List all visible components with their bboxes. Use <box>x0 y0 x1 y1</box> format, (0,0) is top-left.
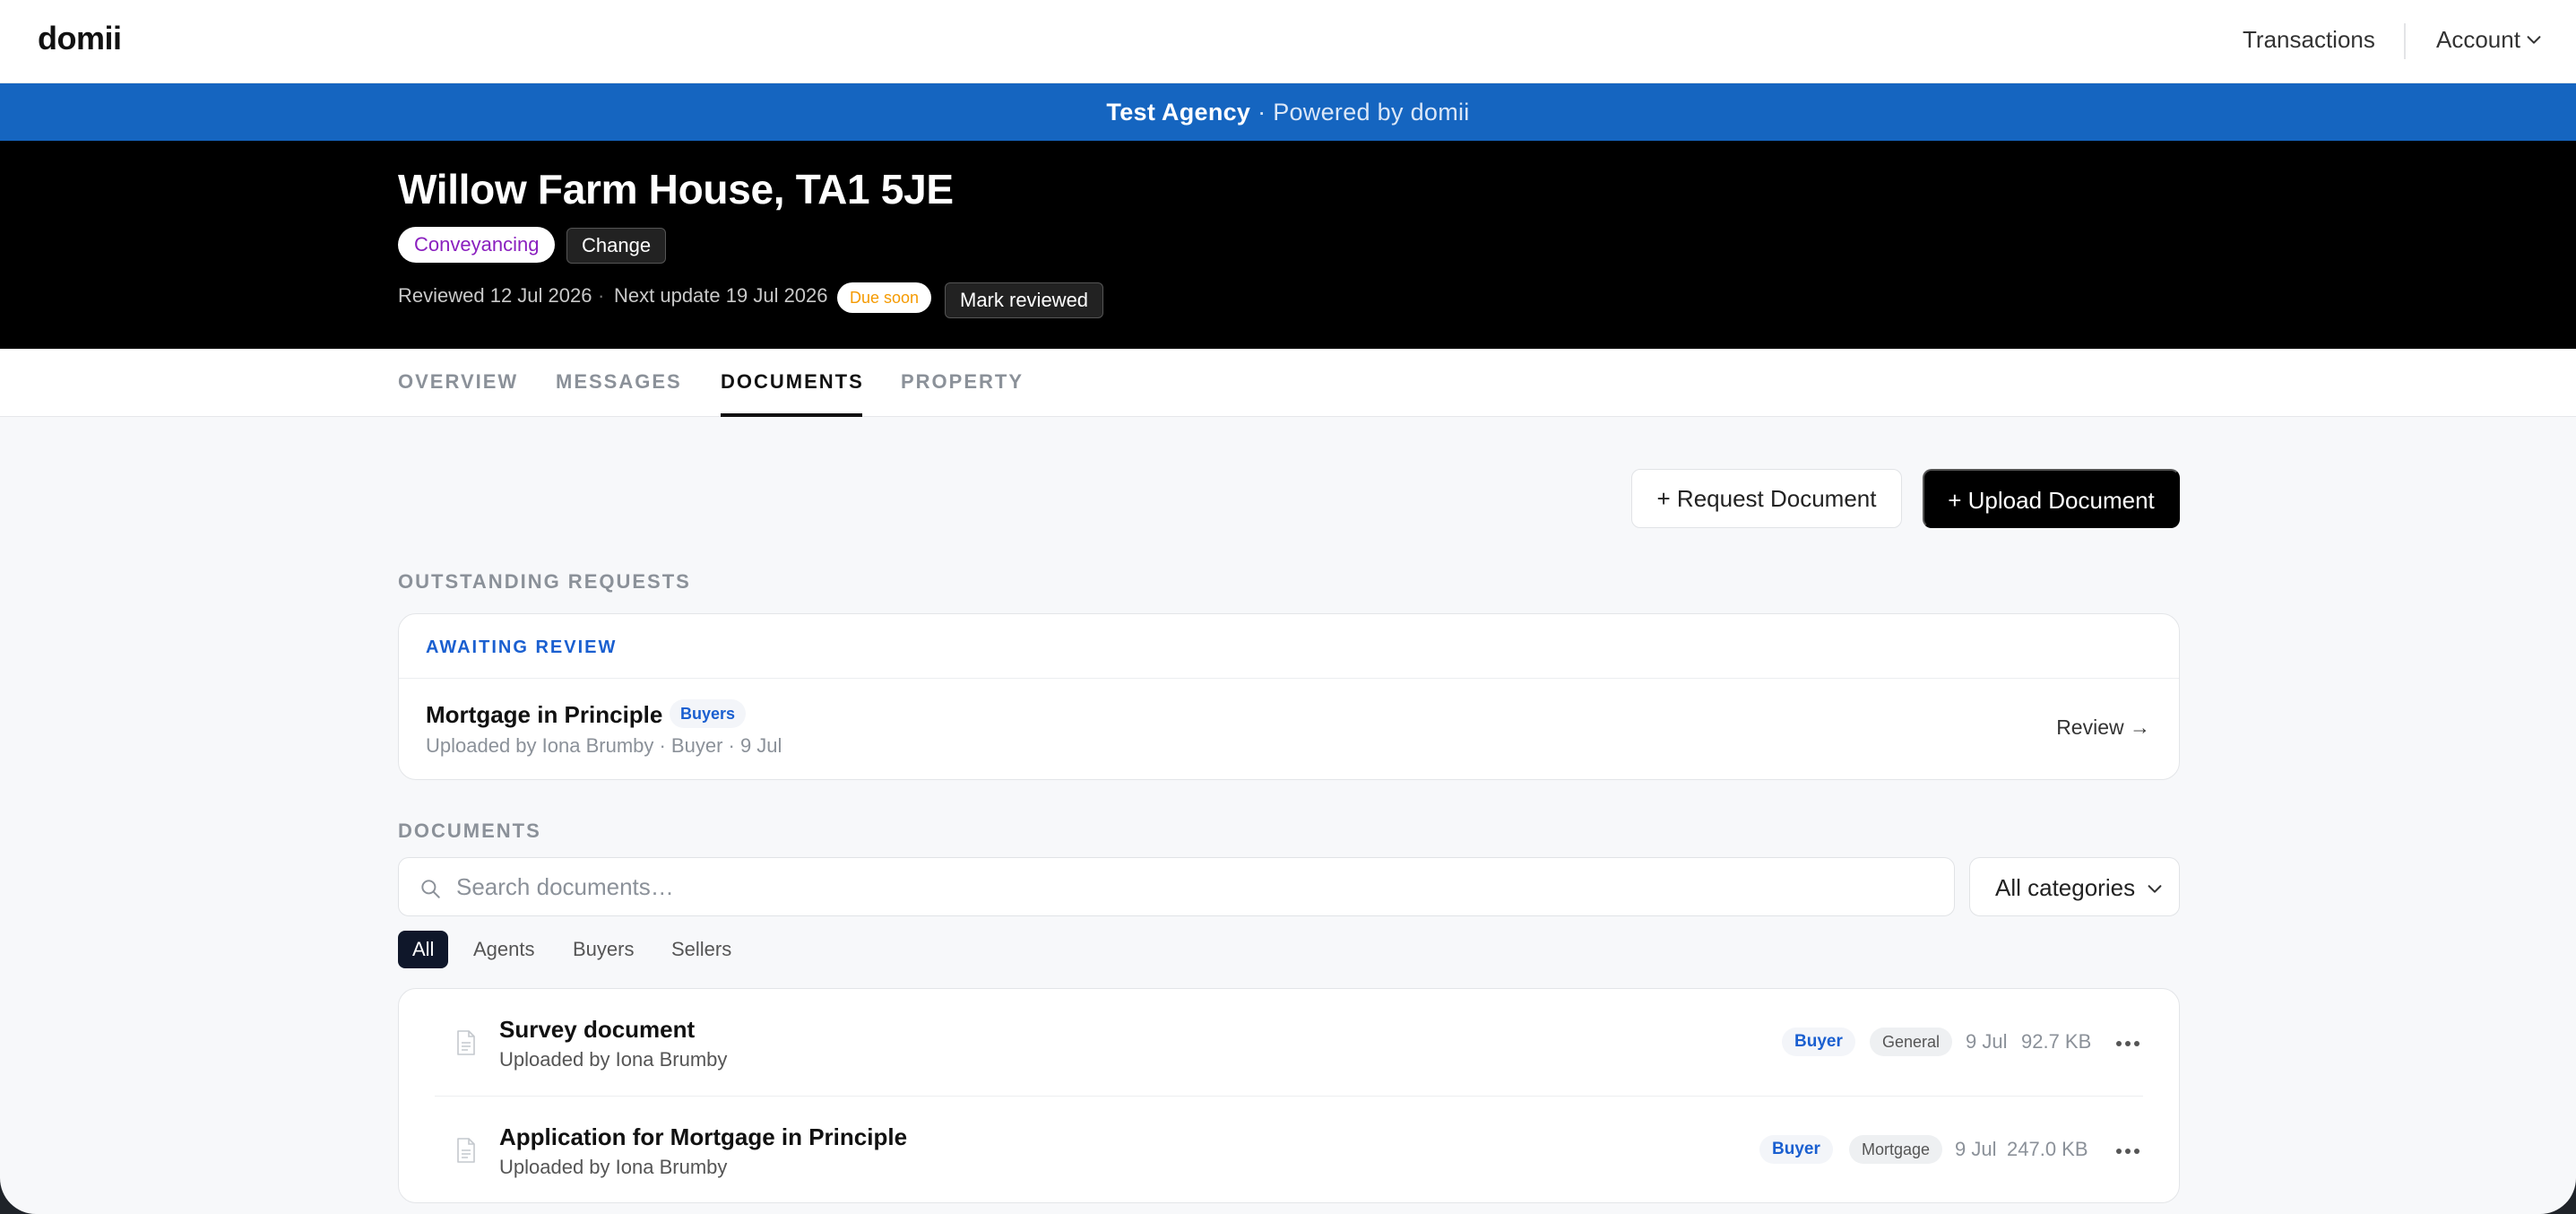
tab-property[interactable]: PROPERTY <box>901 370 1024 394</box>
list-item[interactable]: Survey document Uploaded by Iona Brumby … <box>399 989 2179 1097</box>
meta-separator: · <box>598 284 605 307</box>
document-icon <box>457 1030 475 1055</box>
nav-divider <box>2404 23 2406 59</box>
documents-list: Survey document Uploaded by Iona Brumby … <box>398 988 2180 1203</box>
active-tab-indicator <box>721 413 862 417</box>
request-document-button[interactable]: + Request Document <box>1631 469 1902 528</box>
filter-agents[interactable]: Agents <box>473 931 535 968</box>
category-tag: Mortgage <box>1849 1135 1943 1164</box>
agency-name: Test Agency <box>1106 99 1251 126</box>
mark-reviewed-button[interactable]: Mark reviewed <box>945 282 1104 318</box>
property-hero: Willow Farm House, TA1 5JE Conveyancing … <box>0 141 2576 349</box>
list-item[interactable]: Application for Mortgage in Principle Up… <box>399 1097 2179 1204</box>
tab-documents[interactable]: DOCUMENTS <box>721 370 864 394</box>
nav-transactions-link[interactable]: Transactions <box>2243 26 2375 54</box>
section-tabs: OVERVIEW MESSAGES DOCUMENTS PROPERTY <box>0 349 2576 417</box>
upload-document-button[interactable]: + Upload Document <box>1923 469 2180 528</box>
document-icon <box>457 1138 475 1163</box>
outstanding-requests-heading: OUTSTANDING REQUESTS <box>398 570 691 593</box>
category-tag: General <box>1870 1028 1953 1056</box>
party-tag: Buyer <box>1759 1135 1833 1164</box>
chevron-down-icon[interactable] <box>2524 30 2544 49</box>
next-update-date: Next update 19 Jul 2026 <box>614 284 828 307</box>
request-meta: Uploaded by Iona Brumby · Buyer · 9 Jul <box>426 734 782 757</box>
document-uploader: Uploaded by Iona Brumby <box>499 1048 728 1071</box>
service-badge: Conveyancing <box>398 227 556 263</box>
search-icon <box>421 880 440 898</box>
document-uploader: Uploaded by Iona Brumby <box>499 1156 728 1178</box>
category-select[interactable]: All categories <box>1969 857 2180 916</box>
more-horizontal-icon[interactable] <box>2114 1147 2141 1156</box>
divider <box>399 678 2179 679</box>
document-size: 92.7 KB <box>2021 1030 2092 1053</box>
category-select-value: All categories <box>1995 874 2136 901</box>
tab-messages[interactable]: MESSAGES <box>556 370 682 394</box>
change-service-button[interactable]: Change <box>566 228 667 264</box>
nav-account-menu[interactable]: Account <box>2436 26 2520 54</box>
document-size: 247.0 KB <box>2007 1138 2088 1160</box>
banner-separator: · <box>1258 99 1266 126</box>
review-link[interactable]: Review → <box>2056 715 2150 740</box>
app-page: domii Transactions Account Test Agency ·… <box>0 0 2576 1214</box>
powered-by: Powered by domii <box>1273 99 1470 126</box>
search-box <box>398 857 1955 916</box>
filter-buyers[interactable]: Buyers <box>573 931 634 968</box>
page-title: Willow Farm House, TA1 5JE <box>398 166 954 212</box>
reviewed-date: Reviewed 12 Jul 2026 <box>398 284 592 307</box>
document-date: 9 Jul <box>1955 1138 1997 1160</box>
document-title[interactable]: Survey document <box>499 1016 695 1044</box>
outstanding-requests-card: AWAITING REVIEW Mortgage in Principle Bu… <box>398 613 2180 780</box>
more-horizontal-icon[interactable] <box>2114 1039 2141 1048</box>
document-date: 9 Jul <box>1966 1030 2008 1053</box>
filter-all[interactable]: All <box>398 931 449 968</box>
party-badge: Buyers <box>670 699 747 728</box>
document-title[interactable]: Application for Mortgage in Principle <box>499 1123 907 1151</box>
chevron-down-icon <box>2148 885 2162 893</box>
search-input[interactable] <box>456 869 1926 905</box>
documents-heading: DOCUMENTS <box>398 819 541 842</box>
logo[interactable]: domii <box>38 20 122 57</box>
request-title: Mortgage in Principle <box>426 701 663 728</box>
tab-overview[interactable]: OVERVIEW <box>398 370 518 394</box>
filter-sellers[interactable]: Sellers <box>671 931 731 968</box>
due-soon-badge: Due soon <box>837 282 932 313</box>
party-tag: Buyer <box>1782 1028 1855 1056</box>
top-nav: domii Transactions Account <box>0 0 2576 83</box>
awaiting-review-label: AWAITING REVIEW <box>426 637 618 657</box>
agency-banner: Test Agency · Powered by domii <box>0 83 2576 141</box>
